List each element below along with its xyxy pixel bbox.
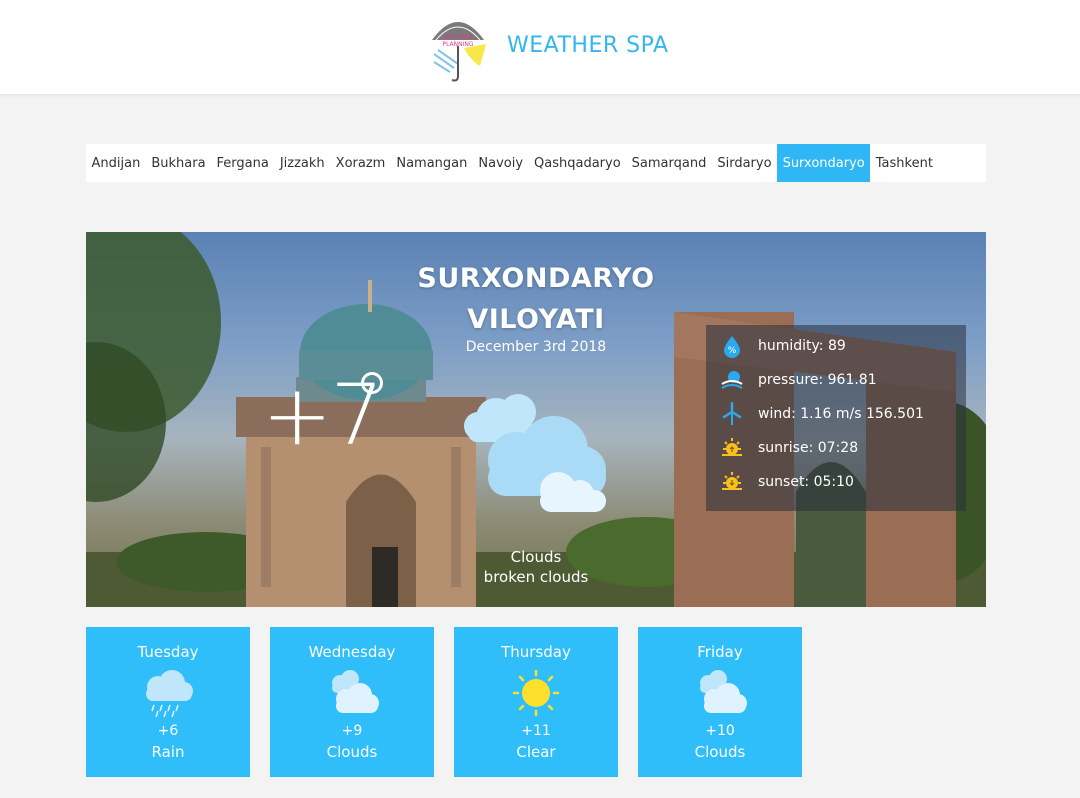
forecast-condition: Clear bbox=[516, 743, 556, 761]
forecast-condition: Rain bbox=[151, 743, 185, 761]
clouds-icon bbox=[332, 670, 379, 713]
tab-qashqadaryo[interactable]: Qashqadaryo bbox=[529, 144, 627, 182]
tab-xorazm[interactable]: Xorazm bbox=[330, 144, 391, 182]
tab-samarqand[interactable]: Samarqand bbox=[626, 144, 712, 182]
forecast-day: Thursday bbox=[501, 643, 571, 661]
sunrise-text: sunrise: 07:28 bbox=[758, 440, 859, 456]
umbrella-logo-icon[interactable]: WEATHER PLANNING bbox=[428, 10, 488, 84]
city-title-line1: SURXONDARYO bbox=[417, 263, 655, 294]
humidity-row: % humidity: 89 bbox=[720, 332, 846, 360]
city-title-line2: VILOYATI bbox=[467, 304, 605, 335]
sunset-icon bbox=[722, 472, 742, 490]
forecast-temp: +6 bbox=[157, 723, 179, 739]
forecast-card-friday[interactable]: Friday +10 Clouds bbox=[638, 627, 802, 777]
weather-details-panel: % humidity: 89 pressure: 961.81 wind: 1.… bbox=[706, 325, 966, 511]
tab-tashkent[interactable]: Tashkent bbox=[870, 144, 938, 182]
pressure-row: pressure: 961.81 bbox=[720, 366, 877, 394]
sunrise-row: sunrise: 07:28 bbox=[720, 434, 858, 462]
wind-turbine-icon bbox=[722, 402, 742, 425]
forecast-day: Tuesday bbox=[137, 643, 199, 661]
rain-icon bbox=[146, 670, 193, 718]
condition-main: Clouds bbox=[510, 548, 562, 566]
forecast-day: Friday bbox=[697, 643, 743, 661]
forecast-day: Wednesday bbox=[308, 643, 396, 661]
city-title: SURXONDARYO VILOYATI bbox=[386, 258, 686, 340]
clouds-icon bbox=[464, 394, 606, 512]
pressure-text: pressure: 961.81 bbox=[758, 372, 877, 388]
sunset-text: sunset: 05:10 bbox=[758, 474, 854, 490]
current-date: December 3rd 2018 bbox=[465, 339, 607, 355]
forecast-temp: +9 bbox=[341, 723, 363, 739]
degree-symbol bbox=[361, 372, 383, 394]
forecast-temp: +10 bbox=[705, 723, 735, 739]
forecast-card-wednesday[interactable]: Wednesday +9 Clouds bbox=[270, 627, 434, 777]
forecast-temp: +11 bbox=[521, 723, 551, 739]
humidity-text: humidity: 89 bbox=[758, 338, 846, 354]
clouds-icon bbox=[700, 670, 747, 713]
brand-title[interactable]: WEATHER SPA bbox=[507, 33, 669, 58]
forecast-condition: Clouds bbox=[326, 743, 378, 761]
tab-surxondaryo[interactable]: Surxondaryo bbox=[777, 144, 871, 182]
tab-navoiy[interactable]: Navoiy bbox=[473, 144, 529, 182]
wind-text: wind: 1.16 m/s 156.501 bbox=[758, 406, 924, 422]
tab-sirdaryo[interactable]: Sirdaryo bbox=[712, 144, 777, 182]
svg-text:%: % bbox=[728, 346, 737, 356]
current-condition: Clouds broken clouds bbox=[386, 547, 686, 587]
sunrise-icon bbox=[722, 438, 742, 456]
sunset-row: sunset: 05:10 bbox=[720, 468, 854, 496]
current-weather-panel: SURXONDARYO VILOYATI December 3rd 2018 +… bbox=[86, 232, 986, 607]
tab-bukhara[interactable]: Bukhara bbox=[146, 144, 211, 182]
condition-description: broken clouds bbox=[483, 568, 589, 586]
sun-icon bbox=[512, 669, 560, 717]
forecast-card-thursday[interactable]: Thursday +11 Clear bbox=[454, 627, 618, 777]
pressure-icon bbox=[721, 371, 743, 389]
site-header: WEATHER PLANNING WEATHER SPA bbox=[0, 0, 1080, 94]
humidity-icon: % bbox=[724, 336, 740, 358]
forecast-card-tuesday[interactable]: Tuesday +6 Rain bbox=[86, 627, 250, 777]
tab-fergana[interactable]: Fergana bbox=[211, 144, 274, 182]
svg-text:WEATHER: WEATHER bbox=[443, 34, 473, 41]
forecast-condition: Clouds bbox=[694, 743, 746, 761]
tab-namangan[interactable]: Namangan bbox=[391, 144, 473, 182]
wind-row: wind: 1.16 m/s 156.501 bbox=[720, 400, 924, 428]
tab-jizzakh[interactable]: Jizzakh bbox=[274, 144, 330, 182]
city-tabs: Andijan Bukhara Fergana Jizzakh Xorazm N… bbox=[86, 144, 986, 182]
tab-andijan[interactable]: Andijan bbox=[86, 144, 146, 182]
